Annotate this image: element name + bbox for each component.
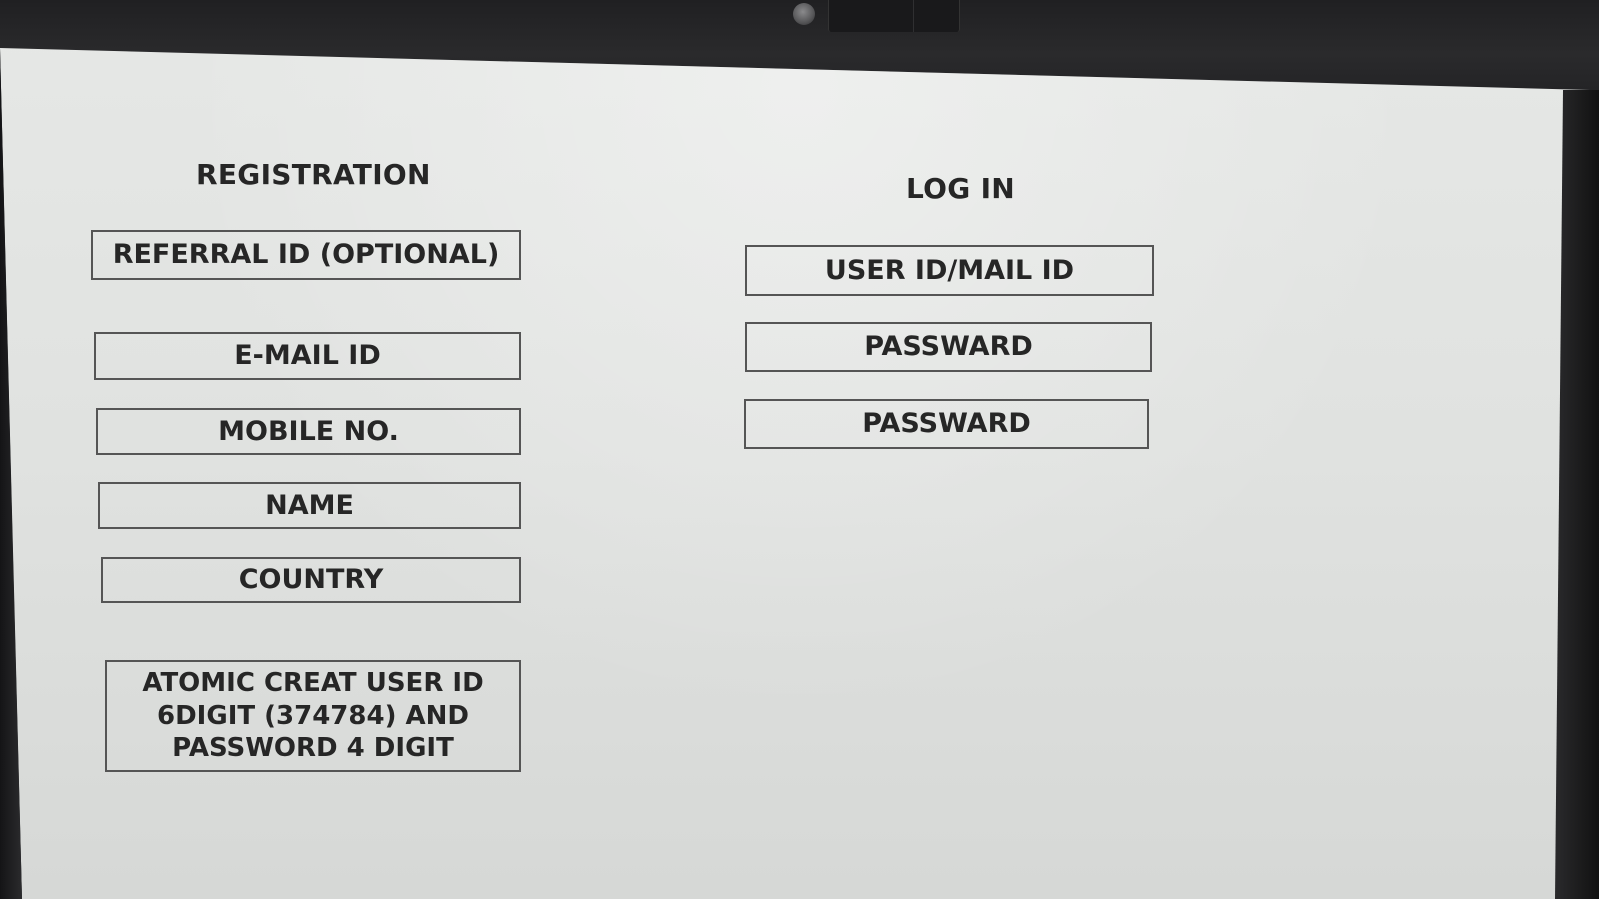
mobile-number-field[interactable]: MOBILE NO.	[96, 408, 521, 455]
mobile-number-label: MOBILE NO.	[218, 415, 399, 447]
user-id-field[interactable]: USER ID/MAIL ID	[745, 245, 1154, 296]
login-title: LOG IN	[906, 172, 1016, 205]
notice-line-3: PASSWORD 4 DIGIT	[172, 733, 454, 764]
user-id-label: USER ID/MAIL ID	[824, 254, 1075, 286]
referral-id-field[interactable]: REFERRAL ID (OPTIONAL)	[91, 230, 521, 280]
screen: REGISTRATION REFERRAL ID (OPTIONAL) E-MA…	[0, 48, 1590, 899]
user-id-notice-box: ATOMIC CREAT USER ID 6DIGIT (374784) AND…	[105, 660, 521, 772]
notice-line-2: 6DIGIT (374784) AND	[157, 700, 469, 731]
password-field[interactable]: PASSWARD	[745, 322, 1152, 372]
name-field[interactable]: NAME	[98, 482, 521, 529]
webcam-lens-icon	[793, 3, 815, 25]
referral-id-label: REFERRAL ID (OPTIONAL)	[112, 239, 500, 271]
registration-title: REGISTRATION	[196, 158, 431, 191]
email-label: E-MAIL ID	[234, 340, 381, 372]
email-field[interactable]: E-MAIL ID	[94, 332, 521, 380]
country-field[interactable]: COUNTRY	[101, 557, 521, 603]
name-label: NAME	[265, 489, 354, 521]
webcam-housing	[828, 0, 960, 32]
password-label: PASSWARD	[864, 331, 1033, 363]
notice-line-1: ATOMIC CREAT USER ID	[142, 668, 484, 699]
country-label: COUNTRY	[238, 564, 384, 596]
confirm-password-field[interactable]: PASSWARD	[744, 399, 1149, 449]
webcam-divider	[913, 0, 914, 32]
confirm-password-label: PASSWARD	[862, 408, 1031, 440]
